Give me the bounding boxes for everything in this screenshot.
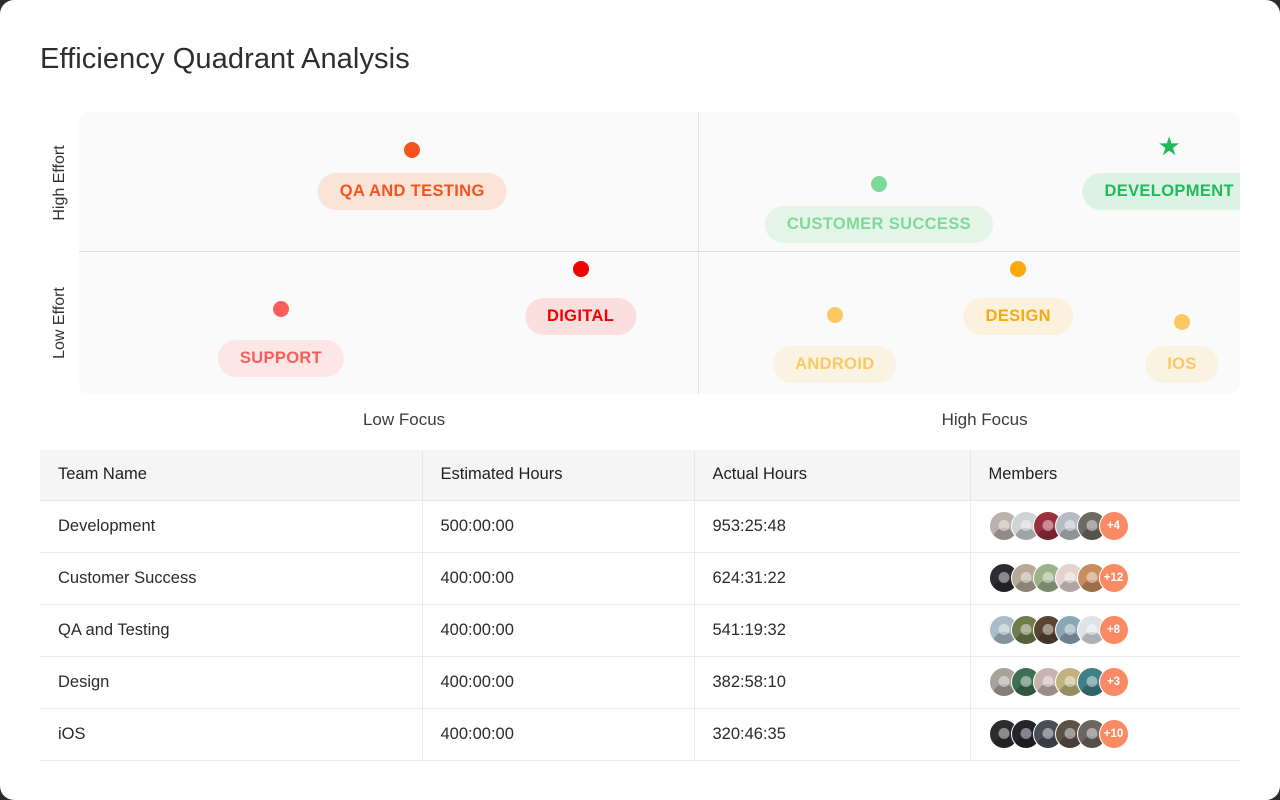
cell-actual-hours: 320:46:35 — [694, 708, 970, 760]
quadrant-horizontal-divider — [79, 251, 1240, 252]
point-label-customer-success[interactable]: CUSTOMER SUCCESS — [765, 206, 993, 243]
cell-estimated-hours: 400:00:00 — [422, 604, 694, 656]
cell-actual-hours: 624:31:22 — [694, 552, 970, 604]
point-marker-digital[interactable] — [573, 261, 589, 277]
cell-actual-hours: 541:19:32 — [694, 604, 970, 656]
x-axis-tick-high-focus: High Focus — [942, 410, 1028, 430]
x-axis-tick-low-focus: Low Focus — [363, 410, 445, 430]
cell-members: +3 — [970, 656, 1240, 708]
page-title: Efficiency Quadrant Analysis — [40, 43, 410, 76]
point-marker-android[interactable] — [827, 307, 843, 323]
avatar-stack: +4 — [989, 509, 1223, 543]
cell-team-name: Customer Success — [40, 552, 422, 604]
y-axis-tick-low-effort: Low Effort — [51, 260, 69, 386]
column-header-team-name[interactable]: Team Name — [40, 450, 422, 500]
star-marker-development[interactable]: ★ — [1158, 133, 1181, 159]
quadrant-plot-area: QA AND TESTING CUSTOMER SUCCESS ★ DEVELOPME… — [79, 112, 1240, 394]
point-label-qa-and-testing[interactable]: QA AND TESTING — [318, 173, 507, 210]
cell-estimated-hours: 400:00:00 — [422, 708, 694, 760]
cell-members: +10 — [970, 708, 1240, 760]
column-header-estimated-hours[interactable]: Estimated Hours — [422, 450, 694, 500]
quadrant-chart: High Effort Low Effort QA AND TESTING CUS… — [40, 112, 1240, 394]
cell-actual-hours: 953:25:48 — [694, 500, 970, 552]
cell-team-name: Design — [40, 656, 422, 708]
table-header-row: Team Name Estimated Hours Actual Hours M… — [40, 450, 1240, 500]
x-axis: Low Focus High Focus — [79, 394, 1240, 442]
cell-estimated-hours: 400:00:00 — [422, 656, 694, 708]
table-row[interactable]: QA and Testing400:00:00541:19:32 +8 — [40, 604, 1240, 656]
point-marker-support[interactable] — [273, 301, 289, 317]
avatar-overflow-count[interactable]: +10 — [1099, 719, 1129, 749]
table-row[interactable]: Design400:00:00382:58:10 +3 — [40, 656, 1240, 708]
avatar-stack: +3 — [989, 665, 1223, 699]
point-label-support[interactable]: SUPPORT — [218, 340, 344, 377]
point-marker-customer-success[interactable] — [871, 176, 887, 192]
y-axis: High Effort Low Effort — [40, 112, 79, 394]
avatar-overflow-count[interactable]: +8 — [1099, 615, 1129, 645]
table-row[interactable]: Development500:00:00953:25:48 +4 — [40, 500, 1240, 552]
point-marker-design[interactable] — [1010, 261, 1026, 277]
avatar-overflow-count[interactable]: +12 — [1099, 563, 1129, 593]
quadrant-vertical-divider — [698, 112, 699, 394]
y-axis-tick-high-effort: High Effort — [51, 120, 69, 246]
point-label-development[interactable]: DEVELOPMENT — [1082, 173, 1240, 210]
cell-estimated-hours: 400:00:00 — [422, 552, 694, 604]
cell-actual-hours: 382:58:10 — [694, 656, 970, 708]
point-label-ios[interactable]: IOS — [1145, 346, 1218, 383]
point-label-android[interactable]: ANDROID — [773, 346, 896, 383]
column-header-members[interactable]: Members — [970, 450, 1240, 500]
cell-estimated-hours: 500:00:00 — [422, 500, 694, 552]
column-header-actual-hours[interactable]: Actual Hours — [694, 450, 970, 500]
table-row[interactable]: iOS400:00:00320:46:35 +10 — [40, 708, 1240, 760]
avatar-overflow-count[interactable]: +4 — [1099, 511, 1129, 541]
avatar-stack: +10 — [989, 717, 1223, 751]
avatar-stack: +8 — [989, 613, 1223, 647]
cell-members: +12 — [970, 552, 1240, 604]
cell-members: +8 — [970, 604, 1240, 656]
team-summary-table: Team Name Estimated Hours Actual Hours M… — [40, 450, 1240, 761]
cell-team-name: iOS — [40, 708, 422, 760]
app-root: Efficiency Quadrant Analysis High Effort… — [0, 0, 1280, 800]
cell-team-name: QA and Testing — [40, 604, 422, 656]
cell-members: +4 — [970, 500, 1240, 552]
cell-team-name: Development — [40, 500, 422, 552]
avatar-stack: +12 — [989, 561, 1223, 595]
point-label-digital[interactable]: DIGITAL — [525, 298, 636, 335]
table-row[interactable]: Customer Success400:00:00624:31:22 +12 — [40, 552, 1240, 604]
avatar-overflow-count[interactable]: +3 — [1099, 667, 1129, 697]
point-label-design[interactable]: DESIGN — [964, 298, 1073, 335]
point-marker-qa-and-testing[interactable] — [404, 142, 420, 158]
point-marker-ios[interactable] — [1174, 314, 1190, 330]
